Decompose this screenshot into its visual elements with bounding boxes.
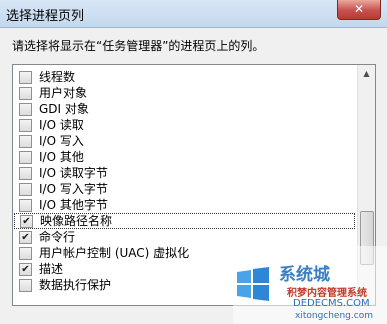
watermark-site: xitongcheng.com — [295, 311, 373, 321]
column-option-label: 描述 — [39, 262, 64, 276]
watermark: 系统城 积梦内容管理系统 DEDECMS.COM xitongcheng.com — [233, 246, 387, 324]
column-checkbox[interactable]: ✔ — [19, 231, 32, 244]
column-checkbox[interactable]: ✔ — [19, 263, 32, 276]
column-checkbox[interactable] — [19, 279, 32, 292]
column-option[interactable]: I/O 读取字节 — [13, 165, 356, 181]
column-option-label: 映像路径名称 — [40, 214, 113, 228]
instruction-text: 请选择将显示在“任务管理器”的进程页上的列。 — [12, 39, 265, 53]
column-checkbox[interactable] — [19, 135, 32, 148]
column-checkbox[interactable] — [19, 247, 32, 260]
column-option-label: I/O 写入 — [39, 134, 84, 148]
watermark-title: 系统城 — [279, 265, 330, 285]
column-option-label: 线程数 — [39, 70, 76, 84]
column-option-label: 用户帐户控制 (UAC) 虚拟化 — [39, 246, 190, 260]
column-option[interactable]: 用户对象 — [13, 85, 356, 101]
column-option[interactable]: ✔ 命令行 — [13, 229, 356, 245]
column-checkbox[interactable] — [19, 87, 32, 100]
title-bar: 选择进程页列 ✕ — [0, 0, 387, 28]
column-option[interactable]: GDI 对象 — [13, 101, 356, 117]
watermark-subtitle: 积梦内容管理系统 — [287, 288, 367, 299]
dialog-body: 请选择将显示在“任务管理器”的进程页上的列。 线程数用户对象 GDI 对象 I/O … — [0, 28, 387, 324]
checkmark-icon: ✔ — [21, 232, 30, 243]
column-checkbox[interactable] — [19, 199, 32, 212]
column-option-label: I/O 其他 — [39, 150, 84, 164]
column-option-label: I/O 其他字节 — [39, 198, 108, 212]
close-icon: ✕ — [353, 2, 365, 16]
column-option[interactable]: I/O 其他字节 — [13, 197, 356, 213]
watermark-domain: DEDECMS.COM — [293, 298, 370, 309]
column-option[interactable]: ✔ 映像路径名称 — [14, 213, 355, 229]
column-option-label: 数据执行保护 — [39, 278, 112, 292]
column-option-label: 命令行 — [39, 230, 76, 244]
column-option[interactable]: 线程数 — [13, 69, 356, 85]
window-title: 选择进程页列 — [6, 9, 85, 24]
checkmark-icon: ✔ — [21, 264, 30, 275]
column-option[interactable]: I/O 其他 — [13, 149, 356, 165]
scroll-up-icon[interactable]: ▲ — [358, 65, 375, 82]
close-button[interactable]: ✕ — [337, 0, 381, 20]
watermark-logo-icon — [237, 267, 269, 301]
column-option-label: GDI 对象 — [39, 102, 89, 116]
column-checkbox[interactable] — [19, 71, 32, 84]
column-checkbox[interactable]: ✔ — [20, 215, 33, 228]
column-checkbox[interactable] — [19, 103, 32, 116]
column-option[interactable]: I/O 写入 — [13, 133, 356, 149]
column-checkbox[interactable] — [19, 151, 32, 164]
checkmark-icon: ✔ — [22, 216, 31, 227]
column-checkbox[interactable] — [19, 167, 32, 180]
column-option-label: I/O 写入字节 — [39, 182, 108, 196]
column-option[interactable]: I/O 读取 — [13, 117, 356, 133]
column-option-label: I/O 读取 — [39, 118, 84, 132]
column-option-label: I/O 读取字节 — [39, 166, 108, 180]
column-checkbox[interactable] — [19, 183, 32, 196]
column-checkbox[interactable] — [19, 119, 32, 132]
column-option-label: 用户对象 — [39, 86, 88, 100]
column-option[interactable]: I/O 写入字节 — [13, 181, 356, 197]
